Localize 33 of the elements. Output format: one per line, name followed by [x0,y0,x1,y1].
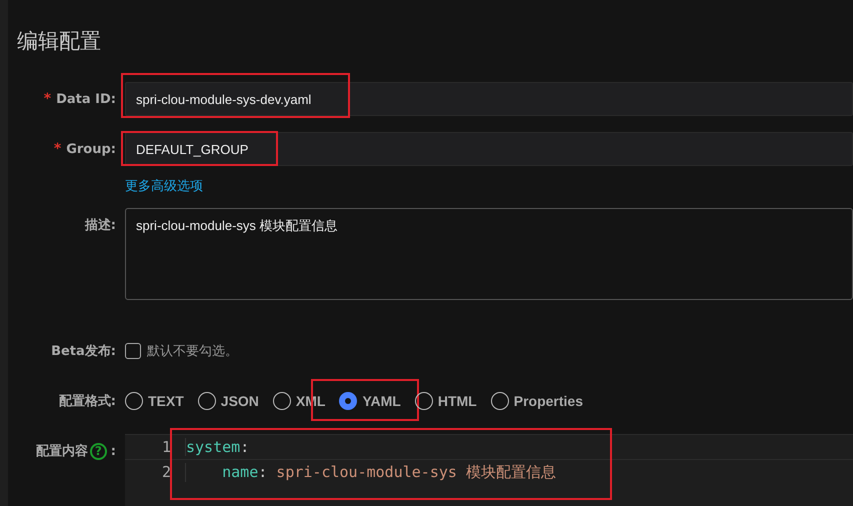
line-number: 2 [160,463,172,481]
page-title: 编辑配置 [17,28,102,54]
input-field[interactable]: spri-clou-module-sys-dev.yaml [125,82,853,116]
code-line: name: spri-clou-module-sys 模块配置信息 [185,462,556,482]
radio-label[interactable]: YAML [362,393,401,409]
radio-label[interactable]: TEXT [148,393,184,409]
radio-button[interactable] [490,392,509,410]
field-label: Data ID: [56,92,116,106]
field-label: 配置格式: [58,393,116,410]
radio-label[interactable]: JSON [220,393,259,409]
checkbox-label: 默认不要勾选。 [147,343,238,360]
label-colon: : [110,444,116,458]
field-label: Group: [66,142,116,156]
field-label: Beta发布: [51,343,116,360]
radio-button[interactable] [339,392,358,410]
radio-button[interactable] [272,392,291,410]
checkbox[interactable] [125,343,141,359]
description-field[interactable]: spri-clou-module-sys 模块配置信息 [125,208,853,300]
field-label: 配置内容 [36,442,88,460]
radio-label[interactable]: Properties [514,393,583,409]
advanced-options-link[interactable]: 更多高级选项 [125,177,203,195]
required-mark: * [44,91,52,107]
radio-button[interactable] [414,392,433,410]
radio-button[interactable] [125,392,143,410]
required-mark: * [54,141,62,157]
code-editor[interactable]: 1 system: 2 name: spri-clou-module-sys 模块配置信息 [125,434,853,506]
radio-label[interactable]: HTML [438,393,477,409]
help-icon[interactable]: ? [90,442,107,460]
line-number: 1 [160,438,172,456]
code-line: system: [185,438,250,456]
input-field[interactable]: DEFAULT_GROUP [125,132,853,166]
field-label: 描述: [84,217,116,234]
radio-button[interactable] [198,392,216,410]
